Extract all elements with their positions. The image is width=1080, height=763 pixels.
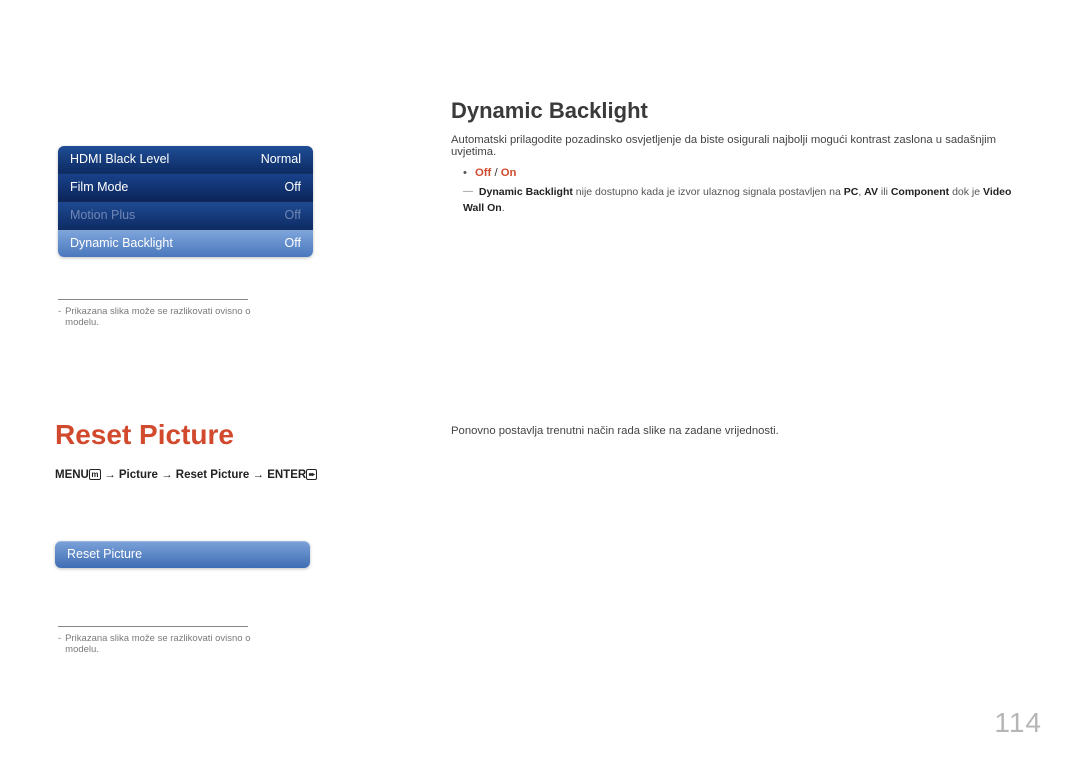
menu-value: Normal (261, 152, 301, 166)
reset-picture-description: Ponovno postavlja trenutni način rada sl… (451, 425, 1030, 437)
bc-enter: ENTER (267, 469, 306, 481)
heading-reset-picture: Reset Picture (55, 419, 375, 451)
footnote-content: Prikazana slika može se razlikovati ovis… (65, 633, 258, 655)
footnote-text: - Prikazana slika može se razlikovati ov… (58, 633, 258, 655)
osd-menu-panel: HDMI Black Level Normal Film Mode Off Mo… (58, 146, 313, 257)
heading-dynamic-backlight: Dynamic Backlight (451, 98, 1030, 124)
bullet-off-on: Off / On (463, 166, 1030, 181)
menu-value: Off (285, 180, 301, 194)
footnote-dash: - (58, 633, 61, 655)
value-off: Off (475, 167, 491, 179)
note-emph-component: Component (891, 186, 949, 198)
menu-label: HDMI Black Level (70, 152, 169, 166)
left-column: HDMI Black Level Normal Film Mode Off Mo… (58, 146, 328, 328)
menu-label: Film Mode (70, 180, 128, 194)
note-emph-dynamic-backlight: Dynamic Backlight (479, 186, 573, 198)
menu-row-hdmi-black-level[interactable]: HDMI Black Level Normal (58, 146, 313, 174)
bc-picture: Picture (119, 469, 158, 481)
footnote-block-1: - Prikazana slika može se razlikovati ov… (58, 299, 258, 328)
bc-arrow3: → (249, 469, 267, 481)
breadcrumb-path: MENU → Picture → Reset Picture → ENTER (55, 469, 375, 481)
menu-label: Reset Picture (67, 547, 142, 561)
note-emph-on: On (487, 202, 502, 214)
menu-row-film-mode[interactable]: Film Mode Off (58, 174, 313, 202)
menu-value: Off (285, 236, 301, 250)
menu-row-dynamic-backlight[interactable]: Dynamic Backlight Off (58, 230, 313, 257)
enter-icon (306, 469, 317, 480)
section-dynamic-backlight: Dynamic Backlight Automatski prilagodite… (451, 98, 1030, 220)
note-emph-av: AV (864, 186, 878, 198)
menu-value: Off (285, 208, 301, 222)
dynamic-backlight-description: Automatski prilagodite pozadinsko osvjet… (451, 134, 1030, 158)
footnote-content: Prikazana slika može se razlikovati ovis… (65, 306, 258, 328)
footnote-block-2: - Prikazana slika može se razlikovati ov… (58, 626, 258, 655)
section-reset-picture: Reset Picture MENU → Picture → Reset Pic… (55, 419, 375, 568)
page-number: 114 (994, 707, 1042, 739)
menu-row-motion-plus[interactable]: Motion Plus Off (58, 202, 313, 230)
note-dynamic-backlight: Dynamic Backlight nije dostupno kada je … (463, 185, 1030, 216)
footnote-dash: - (58, 306, 61, 328)
menu-label: Dynamic Backlight (70, 236, 173, 250)
bc-menu: MENU (55, 469, 89, 481)
bc-arrow2: → (158, 469, 176, 481)
footnote-text: - Prikazana slika može se razlikovati ov… (58, 306, 258, 328)
menu-icon (89, 469, 101, 480)
footnote-rule (58, 299, 248, 300)
bc-reset: Reset Picture (176, 469, 250, 481)
bc-arrow1: → (101, 469, 119, 481)
osd-menu-panel-reset: Reset Picture (55, 541, 310, 568)
page: HDMI Black Level Normal Film Mode Off Mo… (0, 0, 1080, 763)
menu-label: Motion Plus (70, 208, 135, 222)
dynamic-backlight-bullets: Off / On Dynamic Backlight nije dostupno… (451, 166, 1030, 216)
value-on: On (501, 167, 517, 179)
footnote-rule (58, 626, 248, 627)
note-emph-pc: PC (844, 186, 859, 198)
menu-row-reset-picture[interactable]: Reset Picture (55, 541, 310, 568)
